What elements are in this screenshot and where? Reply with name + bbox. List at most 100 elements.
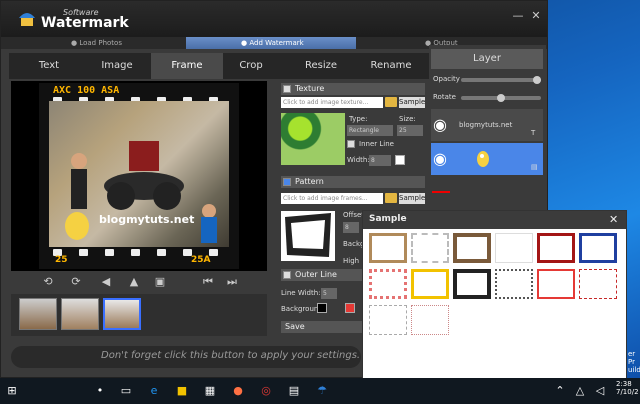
layer-item-text[interactable]: ◉ blogmytuts.net T <box>431 109 543 141</box>
rotate-left-icon[interactable]: ⟲ <box>41 275 55 289</box>
network-icon[interactable]: △ <box>572 383 588 399</box>
texture-sample-button[interactable]: Sample <box>399 97 425 108</box>
flip-horizontal-icon[interactable]: ◀ <box>99 275 113 289</box>
frame-sample[interactable] <box>369 269 407 299</box>
folder-icon[interactable] <box>385 193 397 203</box>
rotate-slider-handle[interactable] <box>497 94 505 102</box>
folder-icon[interactable] <box>385 97 397 107</box>
texture-input[interactable]: Click to add image texture... <box>281 97 383 108</box>
frame-sample[interactable] <box>453 269 491 299</box>
line-width-label: Line Width: <box>281 289 321 297</box>
texture-checkbox[interactable] <box>283 85 291 93</box>
thumbnail[interactable] <box>61 298 99 330</box>
terminal-icon[interactable]: ▤ <box>286 383 302 399</box>
offset-input[interactable]: 8 <box>343 222 359 233</box>
save-label: Save <box>285 322 305 331</box>
step-add-watermark[interactable]: ● Add Watermark <box>241 37 304 49</box>
frame-sample[interactable] <box>411 269 449 299</box>
tab-crop[interactable]: Crop <box>215 53 287 79</box>
sample-close-button[interactable]: ✕ <box>609 213 618 226</box>
size-input[interactable]: 25 <box>397 125 423 136</box>
watermark-app-icon[interactable]: ☂ <box>314 383 330 399</box>
photo-preview[interactable]: AXC 100 ASA blogmytuts.net 25 25A <box>11 81 267 271</box>
opacity-label: Opacity <box>433 75 460 83</box>
thumbnail-selected[interactable] <box>103 298 141 330</box>
minimize-button[interactable]: — <box>511 9 525 23</box>
clock-time: 2:38 <box>616 380 632 388</box>
taskbar: ⊞ • ▭ e ■ ▦ ● ◎ ▤ ☂ ⌃ △ ◁ <box>0 378 640 404</box>
system-clock[interactable]: 2:38 7/10/2 <box>616 380 639 396</box>
high-quality-option[interactable]: High <box>343 257 359 265</box>
sample-dialog-header: Sample ✕ <box>363 211 626 229</box>
pattern-input[interactable]: Click to add image frames... <box>281 193 383 204</box>
opacity-slider-handle[interactable] <box>533 76 541 84</box>
watermark-text[interactable]: blogmytuts.net <box>99 213 194 226</box>
store-icon[interactable]: ▦ <box>202 383 218 399</box>
line-width-input[interactable]: 5 <box>321 288 337 299</box>
brand-title: Watermark <box>41 15 129 31</box>
pattern-header-label: Pattern <box>295 177 324 186</box>
frame-sample[interactable] <box>369 233 407 263</box>
sample-dialog: Sample ✕ <box>362 210 627 380</box>
step-load-photos[interactable]: ● Load Photos <box>71 37 122 49</box>
microphone-icon[interactable]: • <box>92 383 108 399</box>
title-bar: Software Watermark — ✕ <box>1 1 547 37</box>
sample-dialog-title: Sample <box>369 214 407 224</box>
type-select[interactable]: Rectangle <box>347 125 393 136</box>
frame-sample[interactable] <box>495 233 533 263</box>
width-input[interactable]: 8 <box>369 155 391 166</box>
edge-icon[interactable]: e <box>146 383 162 399</box>
frame-sample[interactable] <box>579 269 617 299</box>
close-button[interactable]: ✕ <box>529 9 543 23</box>
texture-header[interactable]: Texture <box>281 83 425 95</box>
layer-item-image[interactable]: ◉ ▤ <box>431 143 543 175</box>
fit-screen-icon[interactable]: ▣ <box>153 275 167 289</box>
file-explorer-icon[interactable]: ■ <box>174 383 190 399</box>
flip-vertical-icon[interactable]: ▲ <box>127 275 141 289</box>
tab-rename[interactable]: Rename <box>355 53 427 79</box>
tab-frame[interactable]: Frame <box>151 53 223 79</box>
frame-sample[interactable] <box>495 269 533 299</box>
frame-sample[interactable] <box>537 269 575 299</box>
layer-item-label: blogmytuts.net <box>459 121 513 129</box>
opacity-slider[interactable] <box>461 78 541 82</box>
tab-image[interactable]: Image <box>81 53 153 79</box>
film-frame: AXC 100 ASA blogmytuts.net 25 25A <box>39 83 239 269</box>
previous-photo-icon[interactable]: ⏮ <box>201 275 215 289</box>
inner-line-label: Inner Line <box>359 140 394 148</box>
tray-chevron-icon[interactable]: ⌃ <box>552 383 568 399</box>
task-view-icon[interactable]: ▭ <box>118 383 134 399</box>
chrome-icon[interactable]: ◎ <box>258 383 274 399</box>
frame-sample[interactable] <box>579 233 617 263</box>
notification-text: er Pr uild <box>628 350 640 374</box>
inner-line-checkbox[interactable] <box>347 140 355 148</box>
apply-settings-bar[interactable]: Don't forget click this button to apply … <box>11 346 361 368</box>
film-perforation <box>131 249 140 256</box>
pattern-checkbox[interactable] <box>283 178 291 186</box>
tab-text[interactable]: Text <box>13 53 85 79</box>
outer-line-checkbox[interactable] <box>283 271 291 279</box>
thumbnail[interactable] <box>19 298 57 330</box>
outer-line-color[interactable] <box>345 303 355 313</box>
visibility-eye-icon[interactable]: ◉ <box>433 149 453 169</box>
pattern-sample-button[interactable]: Sample <box>399 193 425 204</box>
rotate-right-icon[interactable]: ⟳ <box>69 275 83 289</box>
offset-label: Offset <box>343 211 365 219</box>
text-layer-icon: T <box>531 129 536 137</box>
outer-background-color[interactable] <box>317 303 327 313</box>
pattern-header[interactable]: Pattern <box>281 176 425 188</box>
next-photo-icon[interactable]: ⏭ <box>225 275 239 289</box>
apply-hint-text: Don't forget click this button to apply … <box>101 350 361 361</box>
frame-sample[interactable] <box>453 233 491 263</box>
inner-line-color[interactable] <box>395 155 405 165</box>
volume-icon[interactable]: ◁ <box>592 383 608 399</box>
frame-sample[interactable] <box>411 305 449 335</box>
start-icon[interactable]: ⊞ <box>4 383 20 399</box>
visibility-eye-icon[interactable]: ◉ <box>433 115 453 135</box>
frame-sample[interactable] <box>537 233 575 263</box>
rotate-label: Rotate <box>433 93 456 101</box>
tab-resize[interactable]: Resize <box>285 53 357 79</box>
frame-sample[interactable] <box>369 305 407 335</box>
frame-sample[interactable] <box>411 233 449 263</box>
firefox-icon[interactable]: ● <box>230 383 246 399</box>
